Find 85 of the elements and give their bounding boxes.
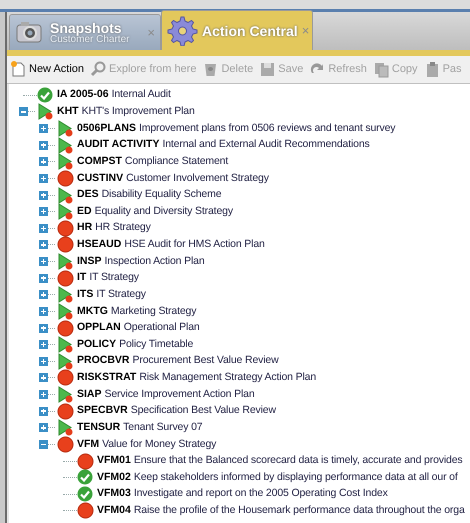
expand-toggle[interactable] <box>39 124 48 134</box>
tab[interactable]: Action Central × <box>161 10 313 50</box>
expand-toggle[interactable] <box>39 373 48 382</box>
expand-toggle[interactable] <box>39 324 48 333</box>
item-code: TENSUR <box>77 420 120 435</box>
item-code: MKTG <box>77 304 108 319</box>
item-name: Internal Audit <box>112 87 171 102</box>
item-code: POLICY <box>77 336 116 352</box>
item-code: ITS <box>77 286 94 302</box>
item-code: KHT <box>57 104 79 120</box>
item-code: OPPLAN <box>77 320 121 336</box>
expand-toggle[interactable] <box>39 423 48 432</box>
item-name: Ensure that the Balanced scorecard data is timely, accurate and provides <box>134 453 463 468</box>
item-name: Tenant Survey 07 <box>123 420 202 435</box>
item-name: Internal and External Audit Recommendations <box>162 137 370 152</box>
tab[interactable]: Snapshots Customer Charter × <box>9 14 161 50</box>
item-name: KHT's Improvement Plan <box>82 104 195 120</box>
expand-toggle[interactable] <box>39 306 48 316</box>
item-code: INSP <box>77 254 102 269</box>
item-code: SPECBVR <box>77 403 128 418</box>
item-name: Risk Management Strategy Action Plan <box>139 370 316 386</box>
item-code: HR <box>77 220 92 236</box>
item-code: IA 2005-06 <box>57 87 109 102</box>
item-name: Inspection Action Plan <box>104 254 205 269</box>
item-name: Compliance Statement <box>124 154 228 169</box>
item-name: Keep stakeholders informed by displaying performance data at all our of <box>134 470 458 485</box>
item-name: Raise the profile of the Housemark performance data throughout the orga <box>134 503 465 518</box>
expand-toggle[interactable] <box>39 240 48 250</box>
expand-toggle[interactable] <box>39 390 48 400</box>
item-name: Disability Equality Scheme <box>102 187 222 202</box>
expand-toggle[interactable] <box>39 356 48 366</box>
tab-title: Snapshots <box>50 20 122 34</box>
item-name: Service Improvement Action Plan <box>104 386 255 402</box>
expand-toggle[interactable] <box>39 274 48 283</box>
expand-toggle[interactable] <box>39 190 48 200</box>
item-name: Value for Money Strategy <box>102 436 216 452</box>
item-name: Investigate and report on the 2005 Operating Cost Index <box>134 486 388 502</box>
item-code: AUDIT ACTIVITY <box>77 137 160 152</box>
item-code: VFM04 <box>97 503 131 518</box>
tab-title: Action Central <box>202 24 298 38</box>
item-code: IT <box>77 270 86 286</box>
item-name: IT Strategy <box>89 270 139 286</box>
item-name: Operational Plan <box>124 320 200 336</box>
close-button[interactable]: × <box>147 22 155 42</box>
copy-icon <box>372 61 390 78</box>
expand-toggle[interactable] <box>39 340 48 350</box>
item-name: Improvement plans from 0506 reviews and tenant survey <box>138 120 396 136</box>
item-code: RISKSTRAT <box>77 370 136 386</box>
expand-toggle[interactable] <box>39 290 48 300</box>
gear-icon <box>167 15 198 46</box>
collapse-toggle[interactable] <box>39 440 48 449</box>
item-code: DES <box>77 187 99 202</box>
item-code: SIAP <box>77 386 102 402</box>
item-name: HSE Audit for HMS Action Plan <box>124 237 265 252</box>
toolbar-button[interactable]: New Action <box>10 61 84 78</box>
document-icon <box>10 61 27 78</box>
collapse-toggle[interactable] <box>19 107 28 116</box>
expand-toggle[interactable] <box>39 140 48 150</box>
expand-toggle[interactable] <box>39 157 48 166</box>
expand-toggle[interactable] <box>39 174 48 183</box>
expand-toggle[interactable] <box>39 257 48 266</box>
item-code: CUSTINV <box>77 170 124 186</box>
item-name: Policy Timetable <box>119 336 194 352</box>
item-code: 0506PLANS <box>77 120 136 136</box>
item-name: HR Strategy <box>95 220 151 236</box>
item-name: Equality and Diversity Strategy <box>94 204 233 219</box>
item-code: VFM03 <box>97 486 131 502</box>
item-code: ED <box>77 204 92 219</box>
item-code: COMPST <box>77 154 122 169</box>
expand-toggle[interactable] <box>39 224 48 233</box>
search-icon <box>90 61 108 78</box>
item-name: IT Strategy <box>96 286 146 302</box>
tab-subtitle: Customer Charter <box>50 34 130 44</box>
item-code: PROCBVR <box>77 353 130 368</box>
expand-toggle[interactable] <box>39 406 48 416</box>
close-button[interactable]: × <box>302 20 310 40</box>
item-code: VFM02 <box>97 470 131 485</box>
item-code: HSEAUD <box>77 237 122 252</box>
item-name: Specification Best Value Review <box>130 403 276 418</box>
item-name: Marketing Strategy <box>110 304 196 319</box>
item-code: VFM <box>77 436 100 452</box>
item-name: Customer Involvement Strategy <box>126 170 269 186</box>
expand-toggle[interactable] <box>39 207 48 216</box>
item-code: VFM01 <box>97 453 131 468</box>
item-name: Procurement Best Value Review <box>132 353 279 368</box>
